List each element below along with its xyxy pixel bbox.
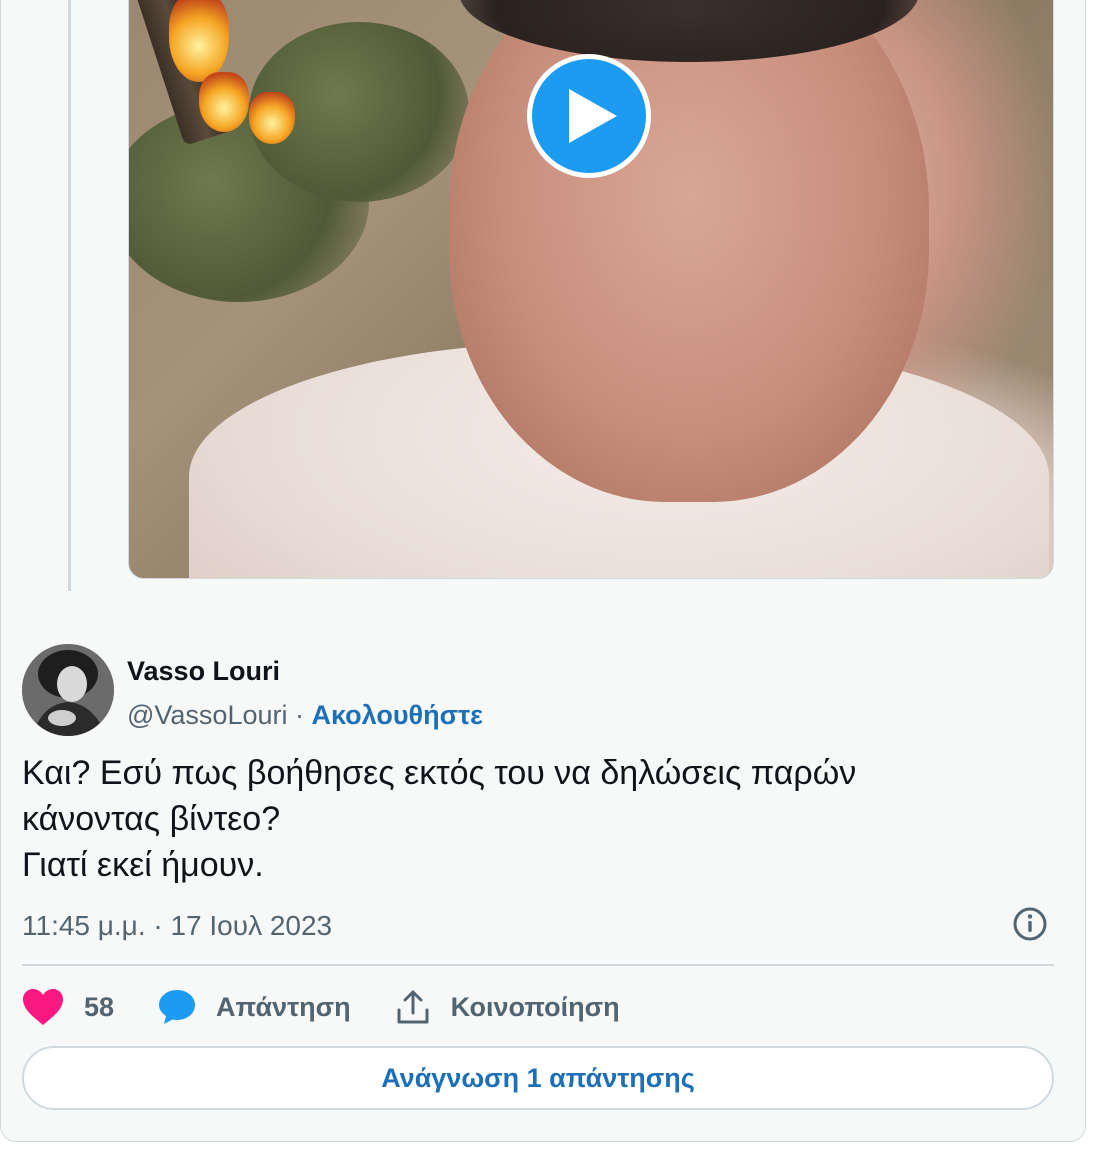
- tweet-actions: 58 Απάντηση Κοινοποίηση: [22, 984, 664, 1030]
- divider: [22, 964, 1054, 966]
- video-fire-low: [249, 92, 295, 144]
- share-icon: [397, 990, 429, 1024]
- tweet-text-line: κάνοντας βίντεο?: [22, 800, 281, 838]
- share-button[interactable]: Κοινοποίηση: [395, 989, 620, 1025]
- like-button[interactable]: 58: [22, 988, 114, 1026]
- tweet-text: Και? Εσύ πως βοήθησες εκτός του να δηλώσ…: [22, 750, 1032, 888]
- avatar-portrait-icon: [22, 644, 114, 736]
- embedded-video[interactable]: [128, 0, 1054, 579]
- reply-label: Απάντηση: [216, 991, 351, 1022]
- heart-icon: [23, 989, 63, 1025]
- reply-bubble-icon: [159, 990, 196, 1024]
- tweet-timestamp[interactable]: 11:45 μ.μ. · 17 Ιουλ 2023: [22, 910, 332, 942]
- video-person-face: [449, 0, 929, 502]
- tweet-author: Vasso Louri @VassoLouri · Ακολουθήστε: [22, 644, 1062, 740]
- follow-button[interactable]: Ακολουθήστε: [312, 700, 483, 730]
- like-count: 58: [84, 991, 115, 1022]
- avatar[interactable]: [22, 644, 114, 736]
- tweet-text-line: Και? Εσύ πως βοήθησες εκτός του να δηλώσ…: [22, 754, 857, 792]
- share-label: Κοινοποίηση: [450, 991, 620, 1022]
- author-handle-row: @VassoLouri · Ακολουθήστε: [127, 700, 483, 731]
- video-fire-mid: [199, 72, 249, 132]
- tweet-text-line: Γιατί εκεί ήμουν.: [22, 846, 264, 884]
- play-button[interactable]: [527, 54, 651, 178]
- tweet-card: [0, 0, 1086, 1142]
- thread-connector-line: [68, 0, 71, 591]
- author-name[interactable]: Vasso Louri: [127, 656, 280, 687]
- play-icon: [569, 89, 617, 143]
- handle-separator: ·: [295, 700, 304, 730]
- author-handle[interactable]: @VassoLouri: [127, 700, 287, 730]
- info-icon[interactable]: [1012, 906, 1048, 942]
- video-fire-top: [169, 0, 229, 82]
- read-replies-button[interactable]: Ανάγνωση 1 απάντησης: [22, 1046, 1054, 1110]
- reply-button[interactable]: Απάντηση: [158, 989, 351, 1025]
